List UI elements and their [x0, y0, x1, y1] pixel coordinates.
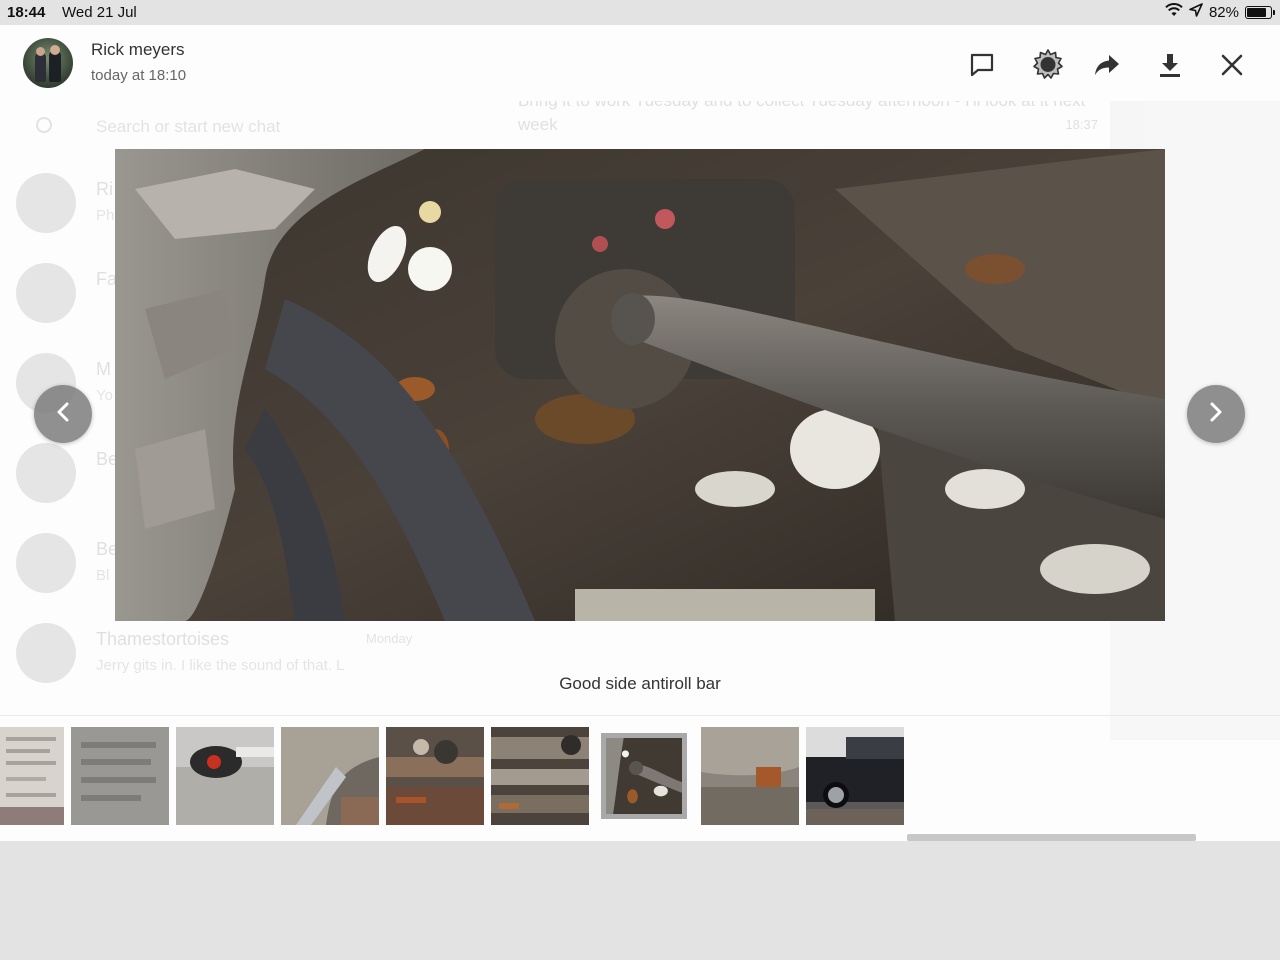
- avatar: [16, 533, 76, 593]
- thumbnail[interactable]: [806, 727, 904, 825]
- battery-percent: 82%: [1208, 3, 1239, 21]
- search-icon: [36, 117, 52, 133]
- chat-name: M: [96, 359, 111, 379]
- battery-icon: [1245, 5, 1275, 19]
- chat-time: Monday: [366, 631, 413, 646]
- thumbnail[interactable]: [0, 727, 64, 825]
- close-button[interactable]: [1212, 45, 1252, 85]
- avatar: [16, 443, 76, 503]
- media-photo: [115, 149, 1165, 621]
- wifi-icon: [1165, 3, 1183, 21]
- status-time: 18:44: [7, 4, 46, 21]
- comment-icon: [969, 52, 995, 78]
- chat-preview: Jerry gits in. I like the sound of that.…: [96, 657, 345, 674]
- photo-caption: Good side antiroll bar: [559, 674, 721, 693]
- chat-bubble-time: 18:37: [1065, 117, 1098, 132]
- viewer-header: Rick meyers today at 18:10: [0, 25, 1280, 101]
- thumbnail-selected[interactable]: [601, 733, 687, 819]
- thumbnail[interactable]: [386, 727, 484, 825]
- previous-photo-button[interactable]: [34, 385, 92, 443]
- chevron-left-icon: [55, 401, 71, 428]
- thumbnail[interactable]: [491, 727, 589, 825]
- thumbnail[interactable]: [71, 727, 169, 825]
- media-viewer: Search or start new chat Bring it to wor…: [0, 25, 1280, 841]
- chat-name: Fa: [96, 269, 118, 289]
- location-icon: [1189, 3, 1203, 21]
- sticker-button[interactable]: [1028, 45, 1068, 85]
- thumbnail-scrollbar[interactable]: [907, 834, 1196, 841]
- avatar: [16, 263, 76, 323]
- forward-button[interactable]: [1087, 45, 1127, 85]
- sender-avatar[interactable]: [23, 38, 73, 88]
- forward-icon: [1093, 53, 1121, 77]
- thumbnail[interactable]: [176, 727, 274, 825]
- download-icon: [1158, 52, 1182, 78]
- chat-preview: Bl: [96, 567, 110, 584]
- status-bar: 18:44 Wed 21 Jul 82%: [0, 0, 1280, 25]
- message-timestamp: today at 18:10: [91, 67, 187, 84]
- chat-name: Ri: [96, 179, 113, 199]
- chat-name: Thamestortoises: [96, 629, 230, 649]
- avatar: [16, 173, 76, 233]
- status-date: Wed 21 Jul: [62, 4, 137, 21]
- thumbnail[interactable]: [701, 727, 799, 825]
- comment-button[interactable]: [962, 45, 1002, 85]
- sticker-icon: [1031, 48, 1065, 82]
- chat-preview: Ph: [96, 207, 115, 224]
- download-button[interactable]: [1150, 45, 1190, 85]
- chevron-right-icon: [1208, 401, 1224, 428]
- chat-preview: Yo: [96, 387, 113, 404]
- close-icon: [1221, 54, 1243, 76]
- next-photo-button[interactable]: [1187, 385, 1245, 443]
- status-right-group: 82%: [1165, 3, 1275, 21]
- thumbnail-divider: [0, 715, 1280, 716]
- sender-name: Rick meyers: [91, 40, 185, 59]
- thumbnail[interactable]: [281, 727, 379, 825]
- search-placeholder: Search or start new chat: [96, 117, 281, 136]
